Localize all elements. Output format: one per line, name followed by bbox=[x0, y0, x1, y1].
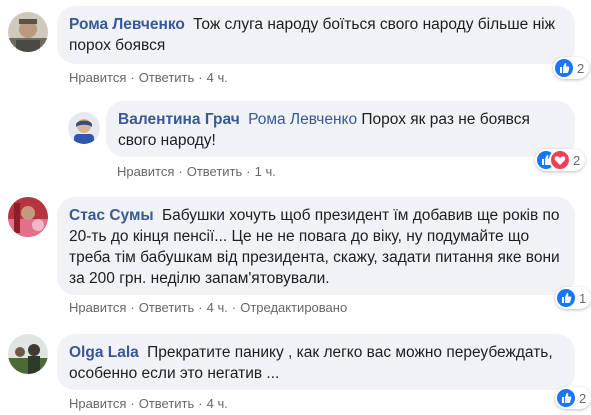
reply-button[interactable]: Ответить bbox=[139, 300, 195, 315]
reaction-summary[interactable]: 2 bbox=[553, 57, 590, 79]
timestamp[interactable]: 4 ч. bbox=[207, 396, 228, 411]
comment-bubble: Валентина Грач Рома Левченко Порох як ра… bbox=[106, 101, 575, 157]
separator: · bbox=[198, 70, 203, 85]
author-name[interactable]: Olga Lala bbox=[69, 344, 139, 361]
separator: · bbox=[178, 164, 183, 179]
separator: · bbox=[130, 70, 135, 85]
timestamp[interactable]: 1 ч. bbox=[255, 164, 276, 179]
author-name[interactable]: Рома Левченко bbox=[69, 16, 185, 33]
reaction-count: 1 bbox=[579, 290, 587, 306]
reaction-summary[interactable]: 2 bbox=[555, 387, 591, 409]
comment-actions: Нравится · Ответить · 4 ч. · Отредактировано bbox=[69, 300, 347, 315]
comment-actions: Нравится · Ответить · 1 ч. bbox=[117, 164, 276, 179]
edited-label: Отредактировано bbox=[240, 300, 348, 315]
comment-actions: Нравится · Ответить · 4 ч. bbox=[69, 70, 228, 85]
like-button[interactable]: Нравится bbox=[117, 164, 174, 179]
avatar[interactable] bbox=[8, 334, 48, 374]
author-name[interactable]: Стас Сумы bbox=[69, 207, 154, 224]
comment-bubble: Рома Левченко Тож слуга народу боїться с… bbox=[57, 6, 575, 64]
mention-link[interactable]: Рома Левченко bbox=[248, 111, 357, 128]
like-button[interactable]: Нравится bbox=[69, 70, 126, 85]
reply-button[interactable]: Ответить bbox=[139, 396, 195, 411]
reaction-summary[interactable]: 2 bbox=[535, 149, 586, 171]
separator: · bbox=[231, 300, 237, 315]
avatar[interactable] bbox=[8, 197, 48, 237]
separator: · bbox=[246, 164, 251, 179]
timestamp[interactable]: 4 ч. bbox=[207, 70, 228, 85]
avatar[interactable] bbox=[8, 12, 48, 52]
timestamp[interactable]: 4 ч. bbox=[207, 300, 228, 315]
comment-text: Прекратите панику , как легко вас можно … bbox=[69, 344, 553, 382]
separator: · bbox=[130, 396, 135, 411]
author-name[interactable]: Валентина Грач bbox=[118, 111, 240, 128]
reply-button[interactable]: Ответить bbox=[139, 70, 195, 85]
like-icon bbox=[557, 389, 575, 407]
like-button[interactable]: Нравится bbox=[69, 396, 126, 411]
separator: · bbox=[198, 396, 203, 411]
like-button[interactable]: Нравится bbox=[69, 300, 126, 315]
avatar[interactable] bbox=[68, 112, 100, 144]
reply-button[interactable]: Ответить bbox=[187, 164, 243, 179]
reaction-count: 2 bbox=[577, 60, 585, 76]
reaction-count: 2 bbox=[579, 390, 587, 406]
reaction-count: 2 bbox=[573, 152, 581, 168]
separator: · bbox=[130, 300, 135, 315]
reaction-summary[interactable]: 1 bbox=[555, 287, 591, 309]
comment-actions: Нравится · Ответить · 4 ч. bbox=[69, 396, 228, 411]
comment-bubble: Olga Lala Прекратите панику , как легко … bbox=[57, 334, 575, 390]
love-icon bbox=[551, 151, 569, 169]
like-icon bbox=[555, 59, 573, 77]
like-icon bbox=[557, 289, 575, 307]
separator: · bbox=[198, 300, 203, 315]
comment-bubble: Стас Сумы Бабушки хочуть щоб президент ї… bbox=[57, 197, 575, 295]
